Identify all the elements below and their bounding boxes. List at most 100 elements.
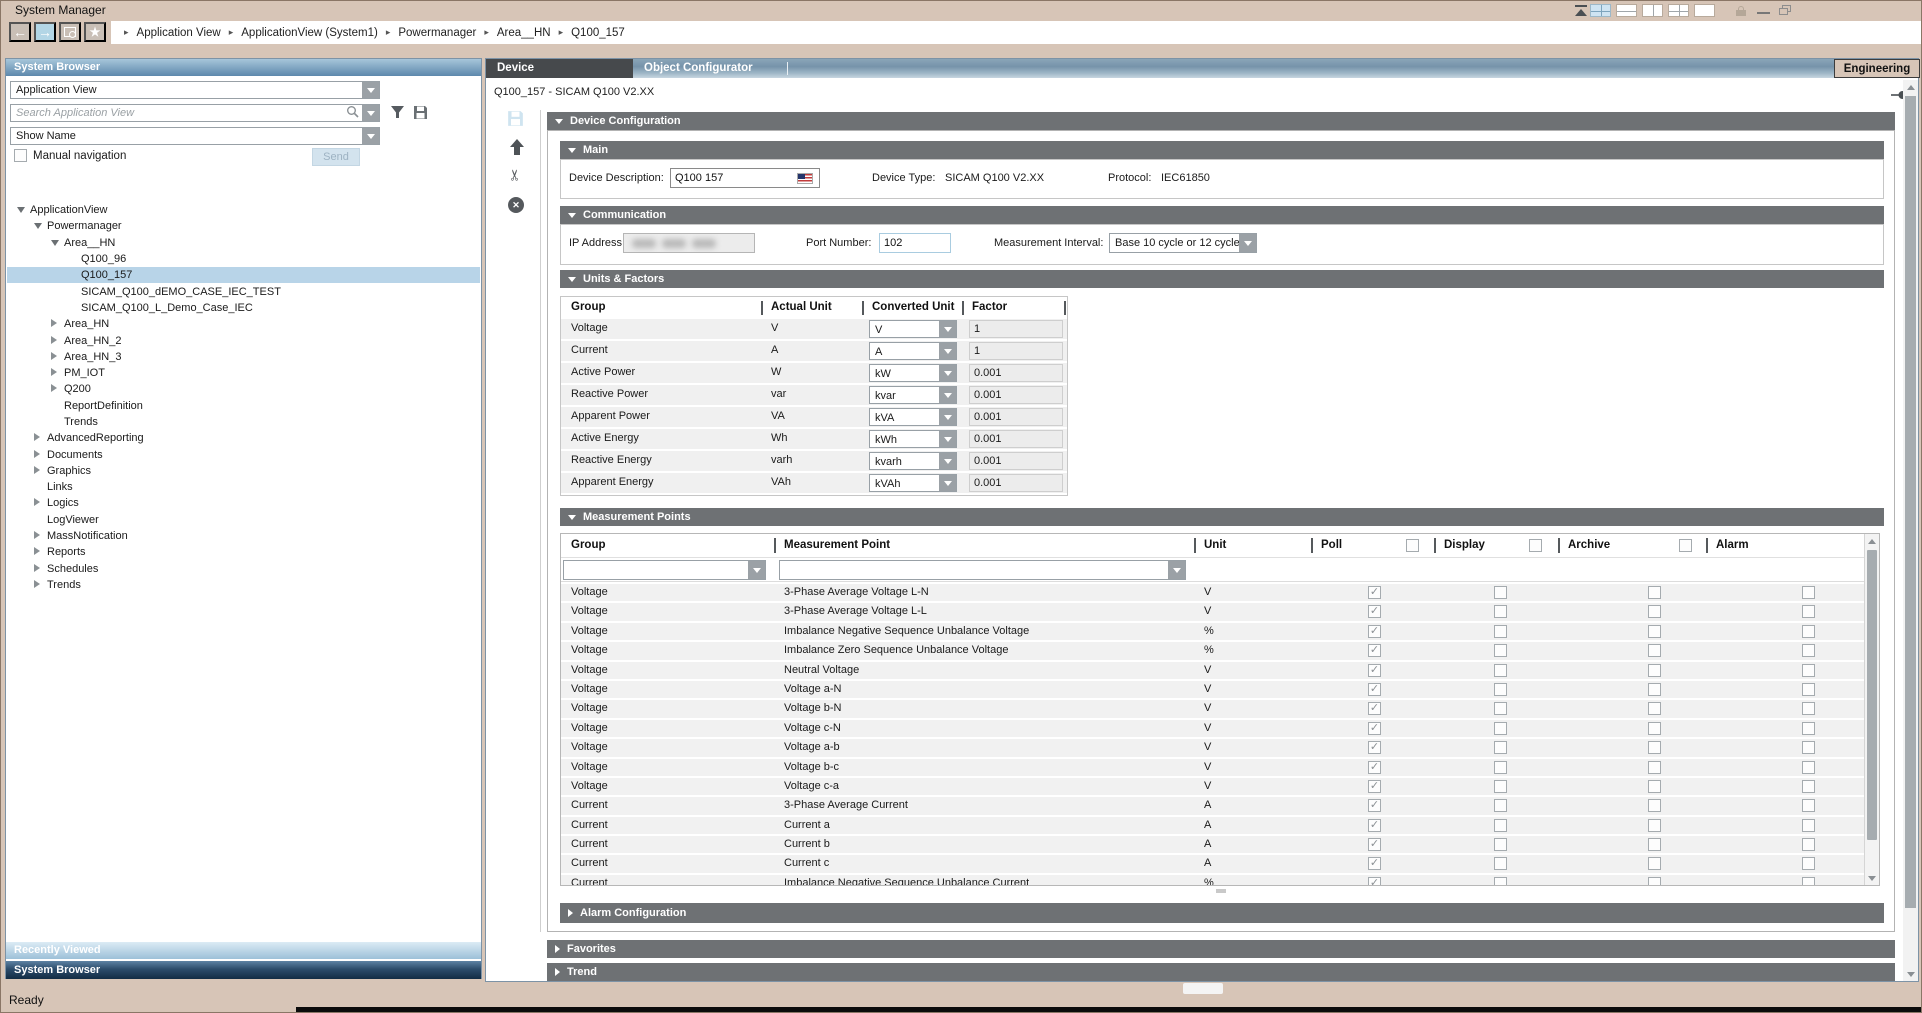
- tree-item-sicam_q100_l_demo_case_iec[interactable]: SICAM_Q100_L_Demo_Case_IEC: [7, 300, 480, 316]
- alarm-checkbox[interactable]: [1802, 780, 1815, 793]
- restore-button[interactable]: [1779, 5, 1791, 15]
- measurement-point-row[interactable]: Voltage3-Phase Average Voltage L-LV✓: [561, 603, 1864, 620]
- measurement-point-row[interactable]: Voltage3-Phase Average Voltage L-NV✓: [561, 584, 1864, 601]
- display-checkbox[interactable]: [1494, 683, 1507, 696]
- tree-collapsed-icon[interactable]: [34, 546, 47, 558]
- archive-checkbox[interactable]: [1648, 857, 1661, 870]
- chevron-down-icon[interactable]: [939, 453, 956, 469]
- scrollbar-thumb[interactable]: [1905, 96, 1916, 908]
- layout-columns-button[interactable]: [1642, 4, 1663, 17]
- display-checkbox[interactable]: [1494, 664, 1507, 677]
- archive-checkbox[interactable]: [1648, 644, 1661, 657]
- tree-item-links[interactable]: Links: [7, 479, 480, 495]
- tree-expanded-icon[interactable]: [17, 204, 30, 216]
- chevron-down-icon[interactable]: [362, 128, 379, 144]
- horizontal-scrollbar-thumb[interactable]: [1183, 983, 1223, 994]
- alarm-checkbox[interactable]: [1802, 664, 1815, 677]
- measurement-point-row[interactable]: CurrentCurrent bA✓: [561, 836, 1864, 853]
- alarm-checkbox[interactable]: [1802, 799, 1815, 812]
- tree-item-powermanager[interactable]: Powermanager: [7, 218, 480, 234]
- tree-collapsed-icon[interactable]: [34, 432, 47, 444]
- section-units-factors[interactable]: Units & Factors: [560, 270, 1884, 288]
- tree-item-logviewer[interactable]: LogViewer: [7, 512, 480, 528]
- search-options-chevron-icon[interactable]: [362, 105, 379, 121]
- measurement-point-row[interactable]: CurrentCurrent cA✓: [561, 855, 1864, 872]
- tree-item-area_hn_2[interactable]: Area_HN_2: [7, 332, 480, 348]
- measurement-point-row[interactable]: CurrentCurrent aA✓: [561, 817, 1864, 834]
- alarm-checkbox[interactable]: [1802, 586, 1815, 599]
- alarm-checkbox[interactable]: [1802, 877, 1815, 885]
- layout-grid-button[interactable]: [1668, 4, 1689, 17]
- poll-checkbox[interactable]: ✓: [1368, 664, 1381, 677]
- alarm-checkbox[interactable]: [1802, 838, 1815, 851]
- tree-item-documents[interactable]: Documents: [7, 446, 480, 462]
- breadcrumb-item[interactable]: Area__HN: [497, 27, 551, 39]
- language-flag-icon[interactable]: [797, 173, 813, 184]
- tree-item-advancedreporting[interactable]: AdvancedReporting: [7, 430, 480, 446]
- display-checkbox[interactable]: [1494, 838, 1507, 851]
- converted-unit-select[interactable]: V: [869, 320, 957, 338]
- breadcrumb-item[interactable]: Q100_157: [571, 27, 625, 39]
- back-button[interactable]: ←: [9, 22, 31, 42]
- column-display-select-all-checkbox[interactable]: [1529, 539, 1542, 552]
- archive-checkbox[interactable]: [1648, 780, 1661, 793]
- save-filter-icon[interactable]: [413, 105, 430, 121]
- layout-rows-button[interactable]: [1616, 4, 1637, 17]
- archive-checkbox[interactable]: [1648, 877, 1661, 885]
- save-icon[interactable]: [506, 109, 524, 127]
- scrollbar-thumb[interactable]: [1867, 550, 1877, 840]
- layout-quad-button[interactable]: [1590, 4, 1611, 17]
- display-checkbox[interactable]: [1494, 819, 1507, 832]
- poll-checkbox[interactable]: ✓: [1368, 761, 1381, 774]
- poll-checkbox[interactable]: ✓: [1368, 857, 1381, 870]
- measurement-point-row[interactable]: VoltageVoltage b-cV✓: [561, 759, 1864, 776]
- tab-object-configurator[interactable]: Object Configurator: [633, 59, 787, 78]
- column-header-alarm[interactable]: Alarm: [1716, 539, 1749, 551]
- column-poll-select-all-checkbox[interactable]: [1406, 539, 1419, 552]
- measurement-point-row[interactable]: Current3-Phase Average CurrentA✓: [561, 797, 1864, 814]
- section-favorites[interactable]: Favorites: [547, 940, 1895, 958]
- display-checkbox[interactable]: [1494, 605, 1507, 618]
- tree-item-trends[interactable]: Trends: [7, 577, 480, 593]
- favorites-button[interactable]: ★: [84, 22, 106, 42]
- tree-collapsed-icon[interactable]: [34, 530, 47, 542]
- alarm-checkbox[interactable]: [1802, 722, 1815, 735]
- collapse-ribbon-icon[interactable]: [1573, 5, 1589, 17]
- poll-checkbox[interactable]: ✓: [1368, 780, 1381, 793]
- poll-checkbox[interactable]: ✓: [1368, 741, 1381, 754]
- tree-collapsed-icon[interactable]: [51, 367, 64, 379]
- engineering-mode-button[interactable]: Engineering: [1834, 59, 1920, 78]
- display-checkbox[interactable]: [1494, 586, 1507, 599]
- archive-checkbox[interactable]: [1648, 586, 1661, 599]
- measurement-interval-select[interactable]: Base 10 cycle or 12 cycle: [1109, 233, 1257, 253]
- archive-checkbox[interactable]: [1648, 761, 1661, 774]
- tree-item-trends[interactable]: Trends: [7, 414, 480, 430]
- chevron-down-icon[interactable]: [939, 387, 956, 403]
- poll-checkbox[interactable]: ✓: [1368, 683, 1381, 696]
- section-measurement-points[interactable]: Measurement Points: [560, 508, 1884, 526]
- section-main[interactable]: Main: [560, 141, 1884, 159]
- tree-collapsed-icon[interactable]: [34, 465, 47, 477]
- column-header-factor[interactable]: Factor: [972, 301, 1007, 313]
- minimize-button[interactable]: [1757, 12, 1770, 14]
- measurement-point-row[interactable]: VoltageImbalance Zero Sequence Unbalance…: [561, 642, 1864, 659]
- section-device-configuration[interactable]: Device Configuration: [547, 112, 1895, 130]
- tree-collapsed-icon[interactable]: [51, 383, 64, 395]
- tree-collapsed-icon[interactable]: [34, 579, 47, 591]
- converted-unit-select[interactable]: kvarh: [869, 452, 957, 470]
- poll-checkbox[interactable]: ✓: [1368, 702, 1381, 715]
- display-checkbox[interactable]: [1494, 799, 1507, 812]
- poll-checkbox[interactable]: ✓: [1368, 877, 1381, 885]
- column-archive-select-all-checkbox[interactable]: [1679, 539, 1692, 552]
- display-mode-select[interactable]: Show Name: [10, 127, 380, 145]
- converted-unit-select[interactable]: kVAh: [869, 474, 957, 492]
- chevron-down-icon[interactable]: [748, 561, 765, 579]
- tree-collapsed-icon[interactable]: [34, 563, 47, 575]
- display-checkbox[interactable]: [1494, 780, 1507, 793]
- poll-checkbox[interactable]: ✓: [1368, 644, 1381, 657]
- section-communication[interactable]: Communication: [560, 206, 1884, 224]
- poll-checkbox[interactable]: ✓: [1368, 586, 1381, 599]
- tree-expanded-icon[interactable]: [34, 220, 47, 232]
- measurement-points-scrollbar[interactable]: [1864, 534, 1879, 885]
- poll-checkbox[interactable]: ✓: [1368, 838, 1381, 851]
